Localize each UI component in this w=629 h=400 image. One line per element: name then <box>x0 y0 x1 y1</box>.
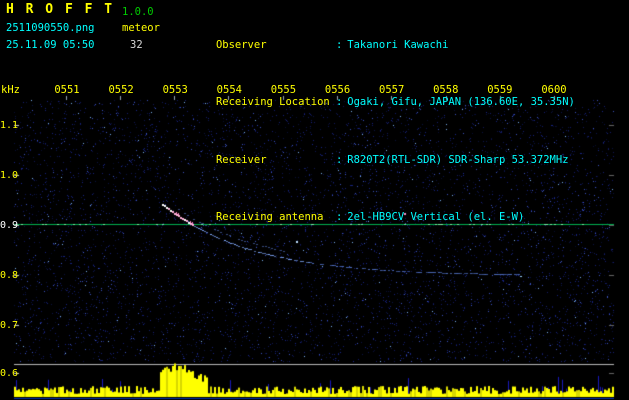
time-axis: 0551 0552 0553 0554 0555 0556 0557 0558 … <box>54 84 567 96</box>
header-label: Receiver <box>215 153 267 166</box>
freq-tick-label: 1.1 <box>0 120 19 131</box>
echo-count: 32 <box>130 39 143 51</box>
freq-tick-label: 1.0 <box>0 170 19 181</box>
time-tick-label: 0557 <box>379 84 405 96</box>
header-label: Receiving antenna <box>215 211 324 223</box>
time-tick-label: 0551 <box>54 84 80 96</box>
header-value: R820T2(RTL-SDR) SDR-Sharp 53.372MHz <box>347 153 569 166</box>
header-value: Ogaki, Gifu, JAPAN (136.60E, 35.35N) <box>347 96 575 108</box>
header-separator: : <box>335 38 343 51</box>
header-value: Takanori Kawachi <box>347 38 449 51</box>
header-row: Observer: Takanori Kawachi <box>178 28 575 63</box>
header-label: Observer <box>215 38 267 51</box>
header-separator: : <box>335 153 343 166</box>
header-separator: : <box>335 211 343 223</box>
freq-tick-label: 0.8 <box>0 270 19 281</box>
header-row: Receiving antenna:2el-HB9CV Vertical (el… <box>178 201 575 236</box>
header-value: 2el-HB9CV Vertical (el. E-W) <box>347 211 525 223</box>
app-title: H R O F F T <box>6 2 115 17</box>
time-tick-label: 0559 <box>487 84 513 96</box>
time-tick-label: 0600 <box>541 84 567 96</box>
header-row: Receiver: R820T2(RTL-SDR) SDR-Sharp 53.37… <box>178 143 575 178</box>
header-label: Receiving Location <box>215 96 330 108</box>
khz-unit-label: kHz <box>1 84 20 96</box>
freq-tick-label: 0.9 <box>0 220 19 231</box>
timestamp: 25.11.09 05:50 <box>6 39 95 51</box>
app-version: 1.0.0 <box>122 6 154 18</box>
file-name: 2511090550.png <box>6 22 95 34</box>
mode-label: meteor <box>122 22 160 34</box>
freq-tick-label: 0.6 <box>0 368 19 379</box>
time-tick-label: 0553 <box>162 84 188 96</box>
freq-tick-label: 0.7 <box>0 320 19 331</box>
time-tick-label: 0558 <box>433 84 459 96</box>
time-tick-label: 0554 <box>216 84 242 96</box>
header-separator: : <box>335 96 343 108</box>
time-tick-label: 0556 <box>324 84 351 96</box>
time-tick-label: 0555 <box>270 84 297 96</box>
hrofft-screen: H R O F F T 1.0.0 2511090550.png meteor … <box>0 0 629 400</box>
time-tick-label: 0552 <box>108 84 134 96</box>
observer-info-block: Observer: Takanori Kawachi Receiving Loca… <box>178 5 575 258</box>
